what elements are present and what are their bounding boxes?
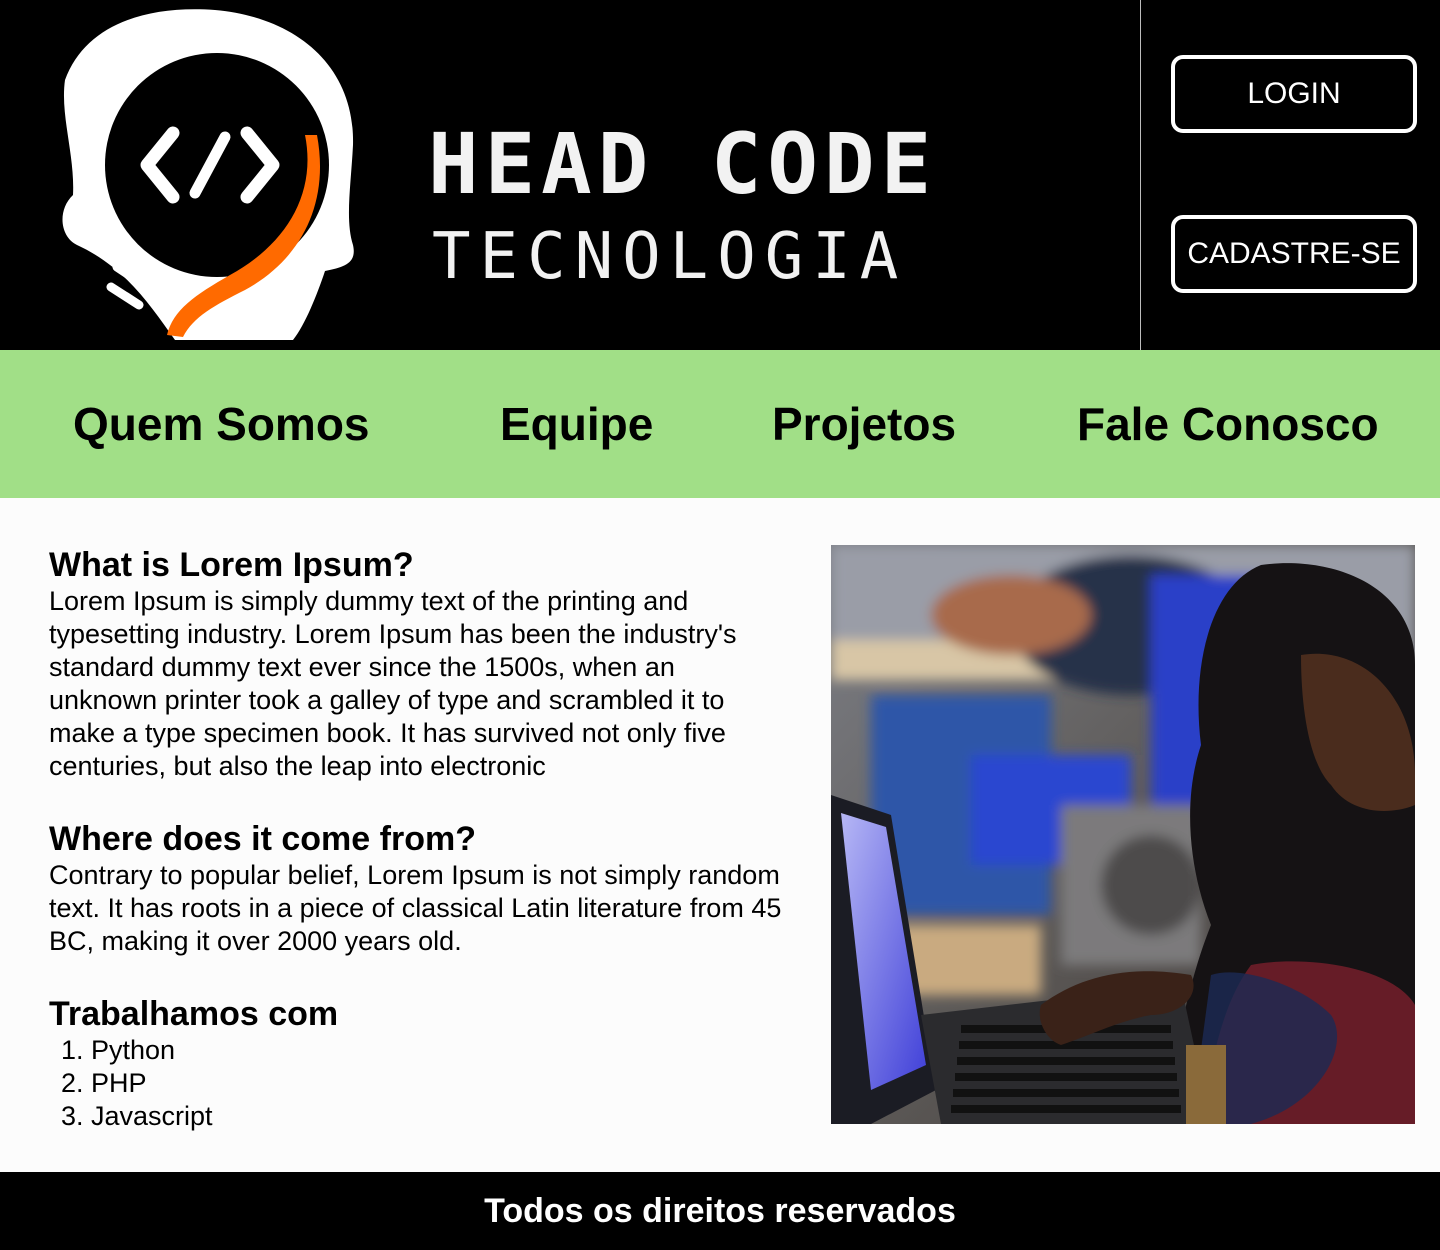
login-button[interactable]: LOGIN: [1171, 55, 1417, 133]
nav-item-fale-conosco[interactable]: Fale Conosco: [1077, 350, 1379, 498]
list-item: PHP: [91, 1067, 789, 1100]
section-body: Contrary to popular belief, Lorem Ipsum …: [49, 860, 782, 956]
nav-item-quem-somos[interactable]: Quem Somos: [73, 350, 370, 498]
section-title: What is Lorem Ipsum?: [49, 546, 414, 584]
site-footer: Todos os direitos reservados: [0, 1172, 1440, 1250]
article: What is Lorem Ipsum? Lorem Ipsum is simp…: [49, 545, 789, 1133]
head-code-icon: [62, 9, 354, 341]
signup-button[interactable]: CADASTRE-SE: [1171, 215, 1417, 293]
nav-item-projetos[interactable]: Projetos: [772, 350, 956, 498]
brand-title: HEAD CODE: [428, 115, 938, 213]
brand-subtitle: TECNOLOGIA: [432, 220, 908, 294]
section-title: Trabalhamos com: [49, 995, 339, 1033]
photo-illustration: [831, 545, 1415, 1124]
nav-item-equipe[interactable]: Equipe: [500, 350, 653, 498]
header-divider: [1140, 0, 1141, 350]
list-item: Javascript: [91, 1100, 789, 1133]
main-nav: Quem Somos Equipe Projetos Fale Conosco: [0, 350, 1440, 498]
section-body: Lorem Ipsum is simply dummy text of the …: [49, 586, 737, 781]
site-header: HEAD CODE TECNOLOGIA LOGIN CADASTRE-SE: [0, 0, 1440, 350]
list-item: Python: [91, 1034, 789, 1067]
hero-photo: [831, 545, 1415, 1124]
logo[interactable]: HEAD CODE TECNOLOGIA: [0, 0, 1140, 350]
technology-list: Python PHP Javascript: [49, 1034, 789, 1133]
section-title: Where does it come from?: [49, 820, 476, 858]
